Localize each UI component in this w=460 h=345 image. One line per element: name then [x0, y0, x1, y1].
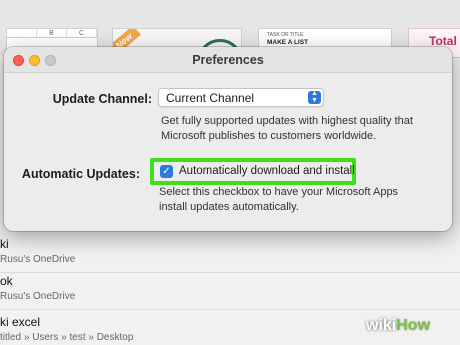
column-headers: B C — [7, 29, 97, 38]
recent-file-name: ki excel — [0, 315, 41, 329]
column-b: B — [37, 29, 67, 37]
title-bar[interactable]: Preferences — [4, 47, 452, 73]
list-template-kicker: TASK OR TITLE — [267, 32, 304, 38]
recent-file-name: ok — [0, 274, 13, 288]
update-channel-value: Current Channel — [166, 91, 255, 105]
auto-download-checkbox[interactable]: ✓ — [160, 165, 173, 178]
window-title: Preferences — [192, 53, 264, 67]
automatic-updates-description: Select this checkbox to have your Micros… — [159, 186, 399, 213]
update-channel-select[interactable]: Current Channel ▲ ▼ — [158, 88, 324, 107]
watermark-wiki: wiki — [366, 317, 397, 334]
list-template-title: MAKE A LIST — [267, 39, 309, 46]
watermark-how: How — [396, 317, 431, 334]
total-template-text: Total a — [429, 34, 460, 48]
recent-file-path: Rusu's OneDrive — [0, 291, 76, 302]
wikihow-watermark: wikiHow — [366, 317, 456, 339]
recent-file-name: ki — [0, 237, 9, 251]
auto-download-checkbox-label[interactable]: Automatically download and install — [179, 165, 355, 177]
recent-file-path: titled » Users » test » Desktop — [0, 332, 134, 343]
recent-file-path: Rusu's OneDrive — [0, 254, 76, 265]
preferences-window: Preferences Update Channel: Current Chan… — [4, 47, 452, 231]
select-chevrons-icon: ▲ ▼ — [308, 90, 321, 104]
update-channel-description: Get fully supported updates with highest… — [161, 115, 413, 142]
recent-file-item[interactable]: ki Rusu's OneDrive — [0, 233, 460, 273]
recent-file-item[interactable]: ok Rusu's OneDrive — [0, 270, 460, 310]
update-channel-label: Update Channel: — [52, 92, 152, 106]
automatic-updates-label: Automatic Updates: — [21, 167, 140, 181]
column-c: C — [67, 29, 97, 37]
